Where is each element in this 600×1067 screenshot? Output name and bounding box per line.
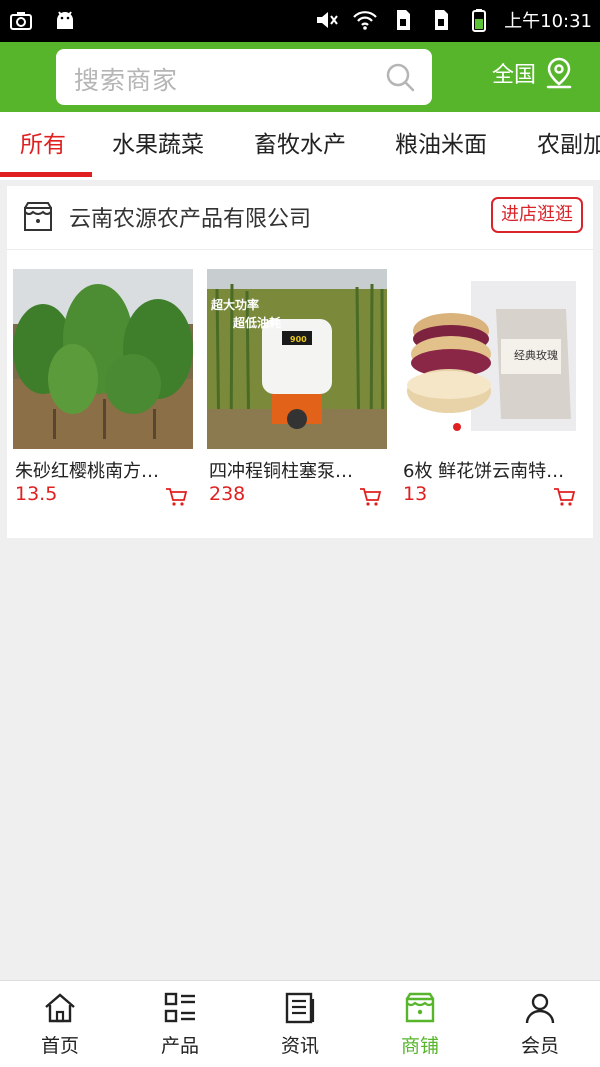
product-item[interactable]: 超大功率 超低油耗 900 四冲程铜柱塞泵… 238 — [207, 269, 387, 506]
product-price: 13.5 — [15, 483, 58, 505]
product-item[interactable]: 朱砂红樱桃南方… 13.5 — [13, 269, 193, 506]
user-icon — [525, 993, 555, 1024]
shop-card: 云南农源农产品有限公司 进店逛逛 朱砂红樱桃南方… 13.5 超大功率 超低油耗… — [7, 186, 593, 538]
region-label: 全国 — [492, 63, 537, 88]
status-time: 上午10:31 — [504, 11, 592, 32]
add-to-cart-icon[interactable] — [359, 487, 381, 507]
nav-products[interactable]: 产品 — [120, 981, 240, 1067]
bottom-nav: 首页 产品 资讯 商铺 会员 — [0, 980, 600, 1067]
android-icon — [57, 11, 73, 29]
tab-fruits-vegetables[interactable]: 水果蔬菜 — [112, 112, 204, 180]
package-label: 经典玫瑰 — [514, 348, 558, 362]
wifi-icon — [353, 11, 377, 30]
tab-agri-byproducts[interactable]: 农副加 — [537, 112, 600, 180]
mute-icon — [317, 12, 338, 28]
sim-icon — [397, 10, 411, 30]
sim-icon-2 — [435, 10, 449, 30]
product-title[interactable]: 朱砂红樱桃南方… — [15, 457, 195, 483]
screenshot-icon — [10, 12, 32, 30]
add-to-cart-icon[interactable] — [165, 487, 187, 507]
product-price: 13 — [403, 483, 428, 505]
product-image-sprayer-pump[interactable]: 超大功率 超低油耗 900 — [207, 269, 387, 449]
tab-grain-oil[interactable]: 粮油米面 — [395, 112, 487, 180]
nav-label: 资讯 — [280, 1035, 319, 1057]
active-tab-indicator — [0, 172, 92, 177]
image-badge: 900 — [290, 335, 307, 344]
list-icon — [164, 992, 195, 1023]
category-tabs: 所有 水果蔬菜 畜牧水产 粮油米面 农副加 — [0, 112, 600, 180]
enter-shop-button[interactable]: 进店逛逛 — [491, 197, 583, 233]
battery-icon — [472, 9, 487, 32]
nav-label: 会员 — [520, 1035, 559, 1057]
region-selector[interactable]: 全国 — [492, 56, 574, 90]
shop-header[interactable]: 云南农源农产品有限公司 进店逛逛 — [7, 186, 593, 250]
product-item[interactable]: 经典玫瑰 6枚 鲜花饼云南特… 13 — [401, 269, 581, 506]
shop-name[interactable]: 云南农源农产品有限公司 — [69, 201, 311, 233]
search-box[interactable]: 搜索商家 — [56, 49, 432, 105]
tab-all[interactable]: 所有 — [20, 112, 66, 180]
nav-shops[interactable]: 商铺 — [360, 981, 480, 1067]
store-icon — [24, 202, 52, 231]
product-price: 238 — [209, 483, 246, 505]
location-pin-icon — [546, 57, 572, 89]
news-icon — [285, 992, 315, 1024]
product-title[interactable]: 6枚 鲜花饼云南特… — [403, 457, 583, 483]
status-bar: 上午10:31 — [0, 0, 600, 42]
nav-label: 首页 — [40, 1035, 79, 1057]
home-icon — [45, 993, 75, 1023]
nav-label: 商铺 — [400, 1035, 439, 1057]
nav-home[interactable]: 首页 — [0, 981, 120, 1067]
image-caption-1: 超大功率 — [210, 297, 259, 312]
product-title[interactable]: 四冲程铜柱塞泵… — [209, 457, 389, 483]
top-header: 搜索商家 全国 — [0, 42, 600, 112]
nav-member[interactable]: 会员 — [480, 981, 600, 1067]
add-to-cart-icon[interactable] — [553, 487, 575, 507]
tab-livestock-aquatic[interactable]: 畜牧水产 — [254, 112, 346, 180]
nav-label: 产品 — [160, 1035, 199, 1057]
search-placeholder: 搜索商家 — [74, 66, 179, 95]
product-image-cherry-trees[interactable] — [13, 269, 193, 449]
nav-news[interactable]: 资讯 — [240, 981, 360, 1067]
shop-icon — [405, 992, 435, 1023]
product-image-flower-cakes[interactable]: 经典玫瑰 — [401, 269, 581, 449]
image-caption-2: 超低油耗 — [232, 315, 281, 330]
search-icon[interactable] — [384, 61, 416, 93]
